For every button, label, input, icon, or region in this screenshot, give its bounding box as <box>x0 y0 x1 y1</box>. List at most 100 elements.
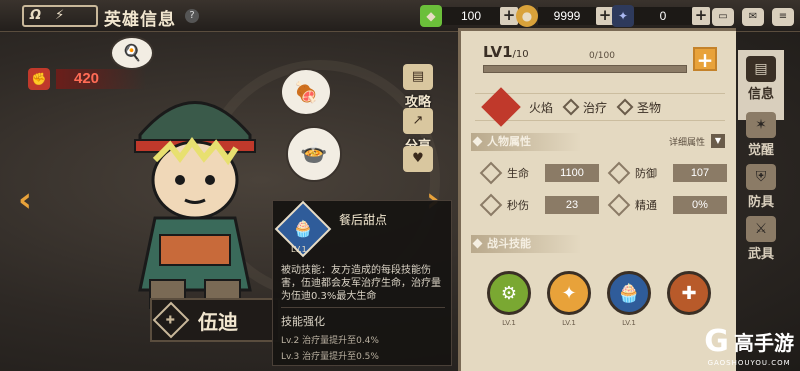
skill-tooltip-description: 被动技能：友方造成的每段技能伤害，伍迪都会友军治疗生命，治疗量为伍迪0.3%最大… <box>281 265 441 302</box>
menu-icon[interactable]: ≡ <box>772 8 794 26</box>
favorite-button[interactable]: ♥ <box>398 146 438 172</box>
fist-icon: ✊ <box>28 68 50 90</box>
help-icon[interactable]: ? <box>185 9 199 23</box>
cupcake-icon: 🧁 <box>293 219 313 238</box>
tooltip-divider <box>281 307 445 308</box>
skills-section-title: 战斗技能 <box>471 235 581 253</box>
hero-level: LV1/10 <box>483 43 529 61</box>
skill-enhance-title: 技能强化 <box>281 315 325 328</box>
watermark-url: GAOSHOUYOU.COM <box>707 359 791 367</box>
element-fire: 火焰 <box>529 100 554 115</box>
tab-weapon[interactable]: ⚔ 武具 <box>738 216 784 262</box>
watermark-logo: G <box>704 324 729 359</box>
chevron-down-icon[interactable]: ▼ <box>711 134 725 148</box>
skill-slot-3[interactable]: 🧁 LV.1 <box>603 271 655 327</box>
skill-slot-2[interactable]: ✦ LV.1 <box>543 271 595 327</box>
tab-info[interactable]: ▤ 信息 <box>738 50 784 120</box>
cupcake-skill-icon: 🧁 <box>607 271 651 315</box>
shield-stat-icon <box>607 161 631 185</box>
green-gem-icon: ◆ <box>420 5 442 27</box>
stat-dps: 秒伤 23 <box>479 193 599 217</box>
tab-armor[interactable]: ⛨ 防具 <box>738 164 784 210</box>
stat-mastery: 精通 0% <box>607 193 727 217</box>
stat-def-label: 防御 <box>635 167 657 180</box>
skill-tooltip-level: LV.1 <box>291 245 307 254</box>
fire-element-icon <box>481 87 521 127</box>
level-max: /10 <box>512 49 529 60</box>
stat-dps-label: 秒伤 <box>507 199 529 212</box>
skill-tooltip: 🧁 LV.1 餐后甜点 被动技能：友方造成的每段技能伤害，伍迪都会友军治疗生命，… <box>272 200 452 366</box>
attributes-section-title: 人物属性 <box>471 133 581 151</box>
stat-def: 防御 107 <box>607 161 727 185</box>
thought-bubble-roast: 🍖 <box>280 68 332 116</box>
element-relic: 圣物 <box>637 100 662 115</box>
watermark-text: 高手游 <box>734 331 794 355</box>
gold-coin-icon: ● <box>516 5 538 27</box>
skill-enhance-lv2: Lv.2 治疗量提升至0.4% <box>281 336 379 346</box>
level-value: LV1 <box>483 43 513 61</box>
watermark: G 高手游 GAOSHOUYOU.COM <box>704 324 794 367</box>
skill-2-level: LV.1 <box>562 319 576 327</box>
tab-armor-label: 防具 <box>747 195 774 210</box>
gems-value: 100 <box>442 7 500 25</box>
skill-2-icon: ✦ <box>547 271 591 315</box>
skill-3-level: LV.1 <box>622 319 636 327</box>
skill-tooltip-name: 餐后甜点 <box>339 213 388 227</box>
prev-hero-arrow-icon[interactable]: ‹ <box>18 180 32 220</box>
exp-bar <box>483 65 687 73</box>
weapon-icon: ⚔ <box>746 216 776 242</box>
stat-mastery-value: 0% <box>673 196 727 214</box>
thought-bubble-pan: 🍳 <box>110 36 154 70</box>
tab-weapon-label: 武具 <box>747 247 774 262</box>
back-button[interactable]: Ω ⚡ <box>22 5 98 27</box>
sword-stat-icon <box>479 193 503 217</box>
chat-icon[interactable]: ▭ <box>712 8 734 26</box>
crystal-icon: ✦ <box>612 5 634 27</box>
level-up-button[interactable]: + <box>693 47 717 71</box>
heart-stat-icon <box>479 161 503 185</box>
guide-button[interactable]: ▤ 攻略 <box>398 64 438 110</box>
skill-slot-1[interactable]: ⚙ LV.1 <box>483 271 535 327</box>
heart-icon: ♥ <box>403 146 433 172</box>
skill-1-icon: ⚙ <box>487 271 531 315</box>
mastery-stat-icon <box>607 193 631 217</box>
armor-icon: ⛨ <box>746 164 776 190</box>
hero-class-icon: ✚ <box>152 301 190 339</box>
share-icon: ↗ <box>403 108 433 134</box>
hero-info-panel: LV1/10 0/100 + 火焰 治疗 圣物 人物属性 详细属性 ▼ 生命 1… <box>458 28 736 371</box>
hero-portrait <box>100 40 290 310</box>
skill-enhance-lv3: Lv.3 治疗量提升至0.5% <box>281 352 379 362</box>
hero-name-plate: ✚ 伍迪 <box>150 298 280 342</box>
element-row: 火焰 治疗 圣物 <box>475 87 725 127</box>
awaken-icon: ✶ <box>746 112 776 138</box>
detail-attributes-label[interactable]: 详细属性 <box>669 135 705 148</box>
stat-dps-value: 23 <box>545 196 599 214</box>
skill-slot-4[interactable]: ✚ <box>663 271 715 315</box>
thought-bubble-pot: 🍲 <box>286 126 342 182</box>
hero-name: 伍迪 <box>198 309 238 334</box>
resource-crystal: ✦ 0 + <box>612 5 710 27</box>
page-title: 英雄信息 <box>104 10 176 30</box>
heal-class-icon <box>562 98 580 116</box>
exp-text: 0/100 <box>589 51 615 61</box>
coins-value: 9999 <box>538 7 596 25</box>
element-heal: 治疗 <box>583 100 608 115</box>
crystal-value: 0 <box>634 7 692 25</box>
relic-icon <box>616 98 634 116</box>
skill-4-icon: ✚ <box>667 271 711 315</box>
resource-coins: ● 9999 + <box>516 5 614 27</box>
tab-awaken[interactable]: ✶ 觉醒 <box>738 112 784 158</box>
stat-def-value: 107 <box>673 164 727 182</box>
stat-mastery-label: 精通 <box>635 199 657 212</box>
add-crystal-button[interactable]: + <box>692 7 710 25</box>
stat-hp-label: 生命 <box>507 167 529 180</box>
scroll-icon: ▤ <box>746 56 776 82</box>
book-icon: ▤ <box>403 64 433 90</box>
tab-awaken-label: 觉醒 <box>747 143 774 158</box>
skill-1-level: LV.1 <box>502 319 516 327</box>
tab-info-label: 信息 <box>747 87 774 102</box>
resource-gems: ◆ 100 + <box>420 5 518 27</box>
stat-hp-value: 1100 <box>545 164 599 182</box>
stat-hp: 生命 1100 <box>479 161 599 185</box>
mail-icon[interactable]: ✉ <box>742 8 764 26</box>
